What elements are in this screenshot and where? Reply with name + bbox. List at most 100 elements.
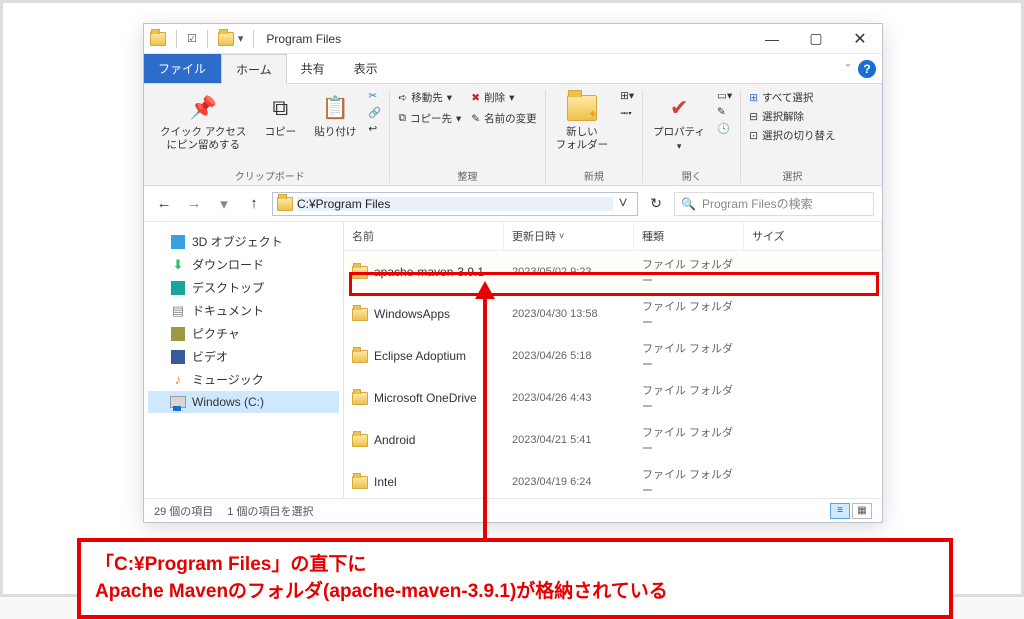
annotation-caption: 「C:¥Program Files」の直下に Apache Mavenのフォルダ… [77,538,953,619]
file-name: Eclipse Adoptium [374,349,466,363]
file-date: 2023/04/26 4:43 [504,389,634,407]
paste-shortcut-button[interactable]: ↩ [368,123,381,135]
tab-home[interactable]: ホーム [221,54,287,84]
address-dropdown-icon[interactable]: ˅ [613,195,633,213]
nav-item-video[interactable]: ビデオ [148,345,339,368]
nav-item-music[interactable]: ♪ミュージック [148,368,339,391]
qat-folder-icon[interactable] [218,32,234,46]
invert-selection-button[interactable]: ⊡選択の切り替え [749,128,835,143]
forward-button[interactable]: → [182,192,206,216]
selectall-icon: ⊞ [749,92,758,104]
view-icons-button[interactable]: ▦ [852,503,872,519]
pin-quick-access-button[interactable]: 📌 クイック アクセス にピン留めする [158,90,248,154]
col-name[interactable]: 名前 [344,222,504,250]
col-type[interactable]: 種類 [634,222,744,250]
file-row[interactable]: Eclipse Adoptium 2023/04/26 5:18ファイル フォルダ… [344,335,882,377]
file-type: ファイル フォルダー [634,295,744,333]
moveto-icon: ➪ [398,92,407,104]
nav-item-disk[interactable]: Windows (C:) [148,391,339,413]
ribbon-collapse-icon[interactable]: ˇ [846,62,850,76]
window-title: Program Files [260,32,341,46]
nav-item-picture[interactable]: ピクチャ [148,322,339,345]
copy-path-button[interactable]: 🔗 [368,106,381,119]
paste-button[interactable]: 📋 貼り付け [312,90,358,141]
copy-button[interactable]: ⧉ コピー [258,90,302,141]
new-item-button[interactable]: ⊞▾ [620,90,634,102]
refresh-button[interactable]: ↻ [644,192,668,216]
nav-item-label: ビデオ [192,348,228,365]
nav-item-label: ドキュメント [192,302,264,319]
nav-item-label: ミュージック [192,371,264,388]
folder-icon [352,308,368,321]
new-folder-button[interactable]: 新しい フォルダー [554,90,611,154]
folder-icon [352,476,368,489]
address-bar-row: ← → ▾ ↑ ˅ ↻ 🔍 Program Filesの検索 [144,186,882,222]
group-new-label: 新規 [554,164,635,183]
tab-share[interactable]: 共有 [287,54,340,83]
paste-icon: 📋 [319,92,351,124]
col-date[interactable]: 更新日時˅ [504,222,634,250]
explorer-window: ☑ ▾ Program Files ― ▢ ✕ ファイル ホーム 共有 表示 ˇ… [143,23,883,523]
select-all-button[interactable]: ⊞すべて選択 [749,90,835,105]
sort-desc-icon: ˅ [559,231,564,241]
address-input[interactable] [297,197,613,211]
easy-access-button[interactable]: ⭲▾ [620,106,634,124]
file-name: apache-maven-3.9.1 [374,265,484,279]
view-details-button[interactable]: ≡ [830,503,850,519]
nav-item-document[interactable]: ▤ドキュメント [148,299,339,322]
file-type: ファイル フォルダー [634,379,744,417]
file-date: 2023/04/26 5:18 [504,347,634,365]
delete-button[interactable]: ✖削除▾ [471,90,536,105]
file-type: ファイル フォルダー [634,337,744,375]
maximize-button[interactable]: ▢ [794,24,838,54]
group-organize-label: 整理 [398,164,536,183]
file-row[interactable]: Microsoft OneDrive2023/04/26 4:43ファイル フォ… [344,377,882,419]
nav-item-download[interactable]: ⬇ ダウンロード [148,253,339,276]
file-type: ファイル フォルダー [634,421,744,459]
properties-button[interactable]: ✔ プロパティ ▾ [651,90,707,154]
cut-button[interactable]: ✂ [368,90,381,102]
delete-icon: ✖ [471,92,480,104]
file-row[interactable]: WindowsApps 2023/04/30 13:58ファイル フォルダー [344,293,882,335]
file-date: 2023/04/19 6:24 [504,473,634,491]
group-clipboard-label: クリップボード [158,164,381,183]
nav-item-label: ダウンロード [192,256,264,273]
search-icon: 🔍 [681,197,696,211]
address-bar[interactable]: ˅ [272,192,638,216]
move-to-button[interactable]: ➪移動先▾ [398,90,461,105]
qat-dropdown-icon[interactable]: ▾ [238,32,244,45]
folder-icon [352,434,368,447]
edit-button[interactable]: ✎ [717,106,732,118]
nav-pane: 3D オブジェクト ⬇ ダウンロードデスクトップ▤ドキュメントピクチャビデオ ♪ミュー… [144,222,344,498]
file-date: 2023/04/30 13:58 [504,305,634,323]
close-button[interactable]: ✕ [838,24,882,54]
ribbon: 📌 クイック アクセス にピン留めする ⧉ コピー 📋 貼り付け ✂ 🔗 [144,84,882,186]
shortcut-icon: ↩ [368,123,377,135]
copy-to-button[interactable]: ⧉コピー先▾ [398,111,461,126]
tab-view[interactable]: 表示 [340,54,393,83]
back-button[interactable]: ← [152,192,176,216]
rename-button[interactable]: ✎名前の変更 [471,111,536,126]
search-box[interactable]: 🔍 Program Filesの検索 [674,192,874,216]
3d-icon [170,234,186,250]
file-name: WindowsApps [374,307,450,321]
folder-icon [352,350,368,363]
nav-item-desktop[interactable]: デスクトップ [148,276,339,299]
file-row[interactable]: Intel2023/04/19 6:24ファイル フォルダー [344,461,882,498]
minimize-button[interactable]: ― [750,24,794,54]
recent-button[interactable]: ▾ [212,192,236,216]
help-icon[interactable]: ? [858,60,876,78]
qat-save-icon[interactable]: ☑ [187,32,197,45]
col-size[interactable]: サイズ [744,222,882,250]
open-button[interactable]: ▭▾ [717,90,732,102]
picture-icon [170,326,186,342]
file-name: Intel [374,475,397,489]
history-button[interactable]: 🕓 [717,122,732,135]
file-row[interactable]: Android2023/04/21 5:41ファイル フォルダー [344,419,882,461]
nav-item-3d[interactable]: 3D オブジェクト [148,230,339,253]
select-none-button[interactable]: ⊟選択解除 [749,109,835,124]
up-button[interactable]: ↑ [242,192,266,216]
tab-file[interactable]: ファイル [144,54,221,83]
download-icon: ⬇ [170,257,186,273]
file-row[interactable]: apache-maven-3.9.12023/05/02 9:23ファイル フォ… [344,251,882,293]
